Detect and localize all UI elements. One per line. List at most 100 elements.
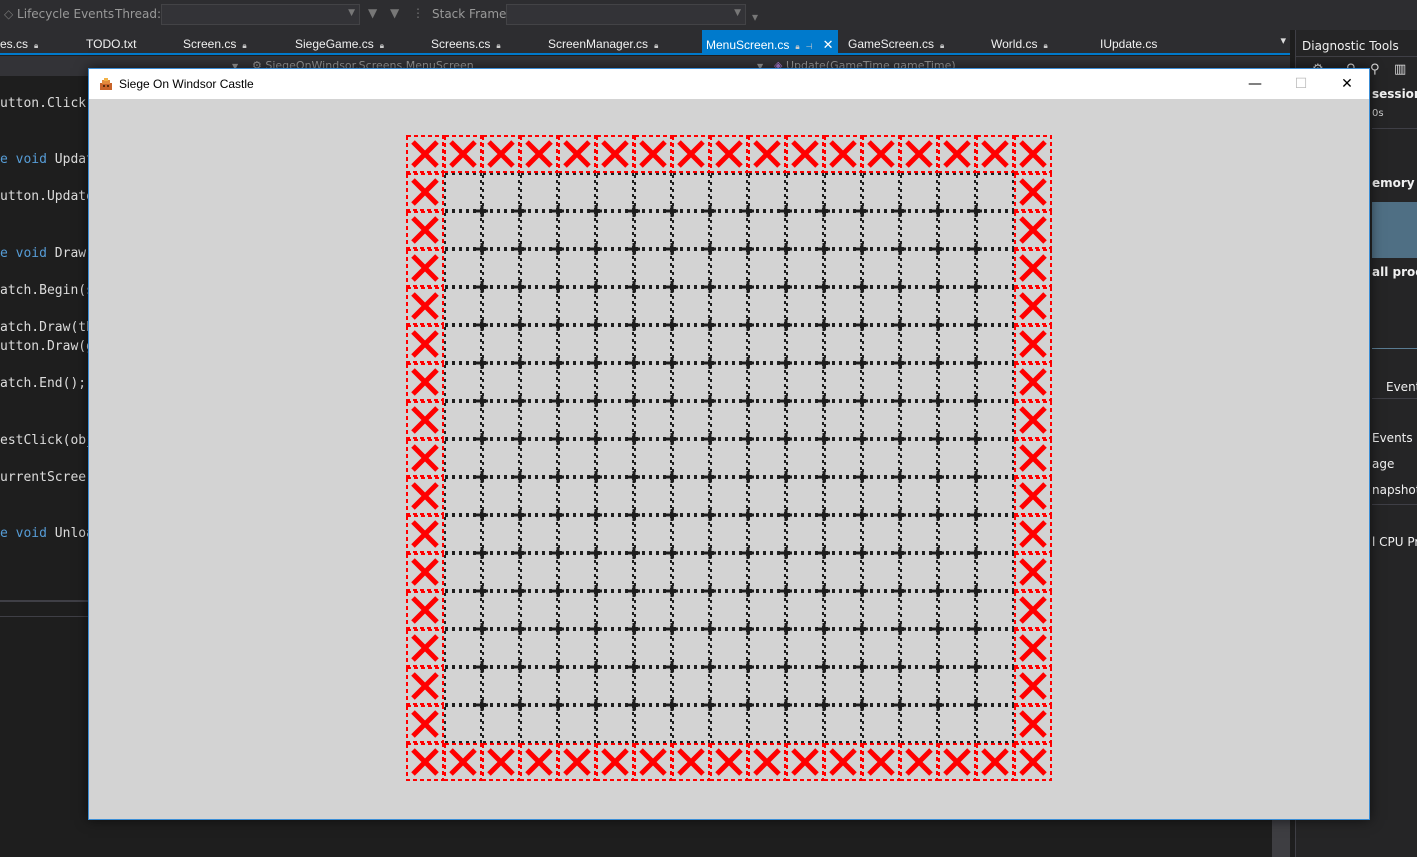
floor-tile[interactable] (444, 439, 482, 477)
tab-9[interactable]: IUpdate.cs (1100, 30, 1157, 53)
floor-tile[interactable] (596, 439, 634, 477)
floor-tile[interactable] (786, 515, 824, 553)
wall-tile[interactable] (406, 439, 444, 477)
floor-tile[interactable] (482, 553, 520, 591)
floor-tile[interactable] (596, 287, 634, 325)
floor-tile[interactable] (444, 401, 482, 439)
floor-tile[interactable] (672, 553, 710, 591)
floor-tile[interactable] (824, 667, 862, 705)
floor-tile[interactable] (900, 667, 938, 705)
wall-tile[interactable] (406, 173, 444, 211)
floor-tile[interactable] (672, 667, 710, 705)
floor-tile[interactable] (558, 325, 596, 363)
floor-tile[interactable] (824, 173, 862, 211)
floor-tile[interactable] (938, 705, 976, 743)
wall-tile[interactable] (1014, 705, 1052, 743)
thread-flag-icon[interactable]: ⋮ (412, 6, 424, 20)
floor-tile[interactable] (596, 363, 634, 401)
floor-tile[interactable] (634, 439, 672, 477)
floor-tile[interactable] (634, 629, 672, 667)
floor-tile[interactable] (748, 553, 786, 591)
floor-tile[interactable] (862, 173, 900, 211)
floor-tile[interactable] (824, 705, 862, 743)
wall-tile[interactable] (710, 135, 748, 173)
floor-tile[interactable] (748, 249, 786, 287)
floor-tile[interactable] (900, 439, 938, 477)
tab-0[interactable]: es.cs 🔒︎ (0, 30, 38, 53)
tab-1[interactable]: TODO.txt (86, 30, 136, 53)
floor-tile[interactable] (634, 591, 672, 629)
pin-icon[interactable]: ⊣ (806, 42, 813, 51)
report-icon[interactable]: ▥ (1394, 62, 1406, 77)
wall-tile[interactable] (1014, 363, 1052, 401)
floor-tile[interactable] (710, 477, 748, 515)
floor-tile[interactable] (482, 401, 520, 439)
floor-tile[interactable] (520, 401, 558, 439)
floor-tile[interactable] (900, 363, 938, 401)
floor-tile[interactable] (862, 401, 900, 439)
floor-tile[interactable] (672, 401, 710, 439)
floor-tile[interactable] (786, 211, 824, 249)
floor-tile[interactable] (938, 553, 976, 591)
floor-tile[interactable] (824, 553, 862, 591)
floor-tile[interactable] (672, 705, 710, 743)
wall-tile[interactable] (1014, 135, 1052, 173)
wall-tile[interactable] (406, 667, 444, 705)
floor-tile[interactable] (558, 553, 596, 591)
floor-tile[interactable] (862, 667, 900, 705)
wall-tile[interactable] (444, 743, 482, 781)
floor-tile[interactable] (596, 705, 634, 743)
floor-tile[interactable] (786, 477, 824, 515)
floor-tile[interactable] (710, 287, 748, 325)
filter-icon[interactable]: ▼ (368, 6, 377, 20)
floor-tile[interactable] (976, 515, 1014, 553)
floor-tile[interactable] (748, 705, 786, 743)
floor-tile[interactable] (520, 249, 558, 287)
floor-tile[interactable] (938, 363, 976, 401)
floor-tile[interactable] (520, 705, 558, 743)
floor-tile[interactable] (634, 287, 672, 325)
floor-tile[interactable] (482, 591, 520, 629)
wall-tile[interactable] (406, 515, 444, 553)
floor-tile[interactable] (786, 629, 824, 667)
wall-tile[interactable] (482, 135, 520, 173)
floor-tile[interactable] (558, 173, 596, 211)
floor-tile[interactable] (634, 211, 672, 249)
editor-scrollbar[interactable] (1272, 820, 1290, 857)
floor-tile[interactable] (672, 363, 710, 401)
floor-tile[interactable] (482, 667, 520, 705)
floor-tile[interactable] (976, 591, 1014, 629)
floor-tile[interactable] (748, 515, 786, 553)
floor-tile[interactable] (558, 705, 596, 743)
tab-8[interactable]: World.cs 🔒︎ (991, 30, 1048, 53)
floor-tile[interactable] (634, 477, 672, 515)
wall-tile[interactable] (1014, 629, 1052, 667)
floor-tile[interactable] (634, 363, 672, 401)
floor-tile[interactable] (976, 401, 1014, 439)
floor-tile[interactable] (938, 401, 976, 439)
wall-tile[interactable] (406, 325, 444, 363)
floor-tile[interactable] (710, 211, 748, 249)
wall-tile[interactable] (444, 135, 482, 173)
floor-tile[interactable] (748, 287, 786, 325)
floor-tile[interactable] (976, 705, 1014, 743)
floor-tile[interactable] (596, 667, 634, 705)
floor-tile[interactable] (710, 553, 748, 591)
wall-tile[interactable] (938, 135, 976, 173)
floor-tile[interactable] (482, 515, 520, 553)
floor-tile[interactable] (938, 515, 976, 553)
floor-tile[interactable] (444, 629, 482, 667)
wall-tile[interactable] (1014, 743, 1052, 781)
floor-tile[interactable] (900, 211, 938, 249)
wall-tile[interactable] (1014, 211, 1052, 249)
floor-tile[interactable] (710, 667, 748, 705)
floor-tile[interactable] (862, 325, 900, 363)
floor-tile[interactable] (710, 249, 748, 287)
floor-tile[interactable] (938, 591, 976, 629)
floor-tile[interactable] (710, 515, 748, 553)
wall-tile[interactable] (406, 477, 444, 515)
floor-tile[interactable] (558, 249, 596, 287)
floor-tile[interactable] (482, 287, 520, 325)
floor-tile[interactable] (558, 629, 596, 667)
floor-tile[interactable] (558, 287, 596, 325)
